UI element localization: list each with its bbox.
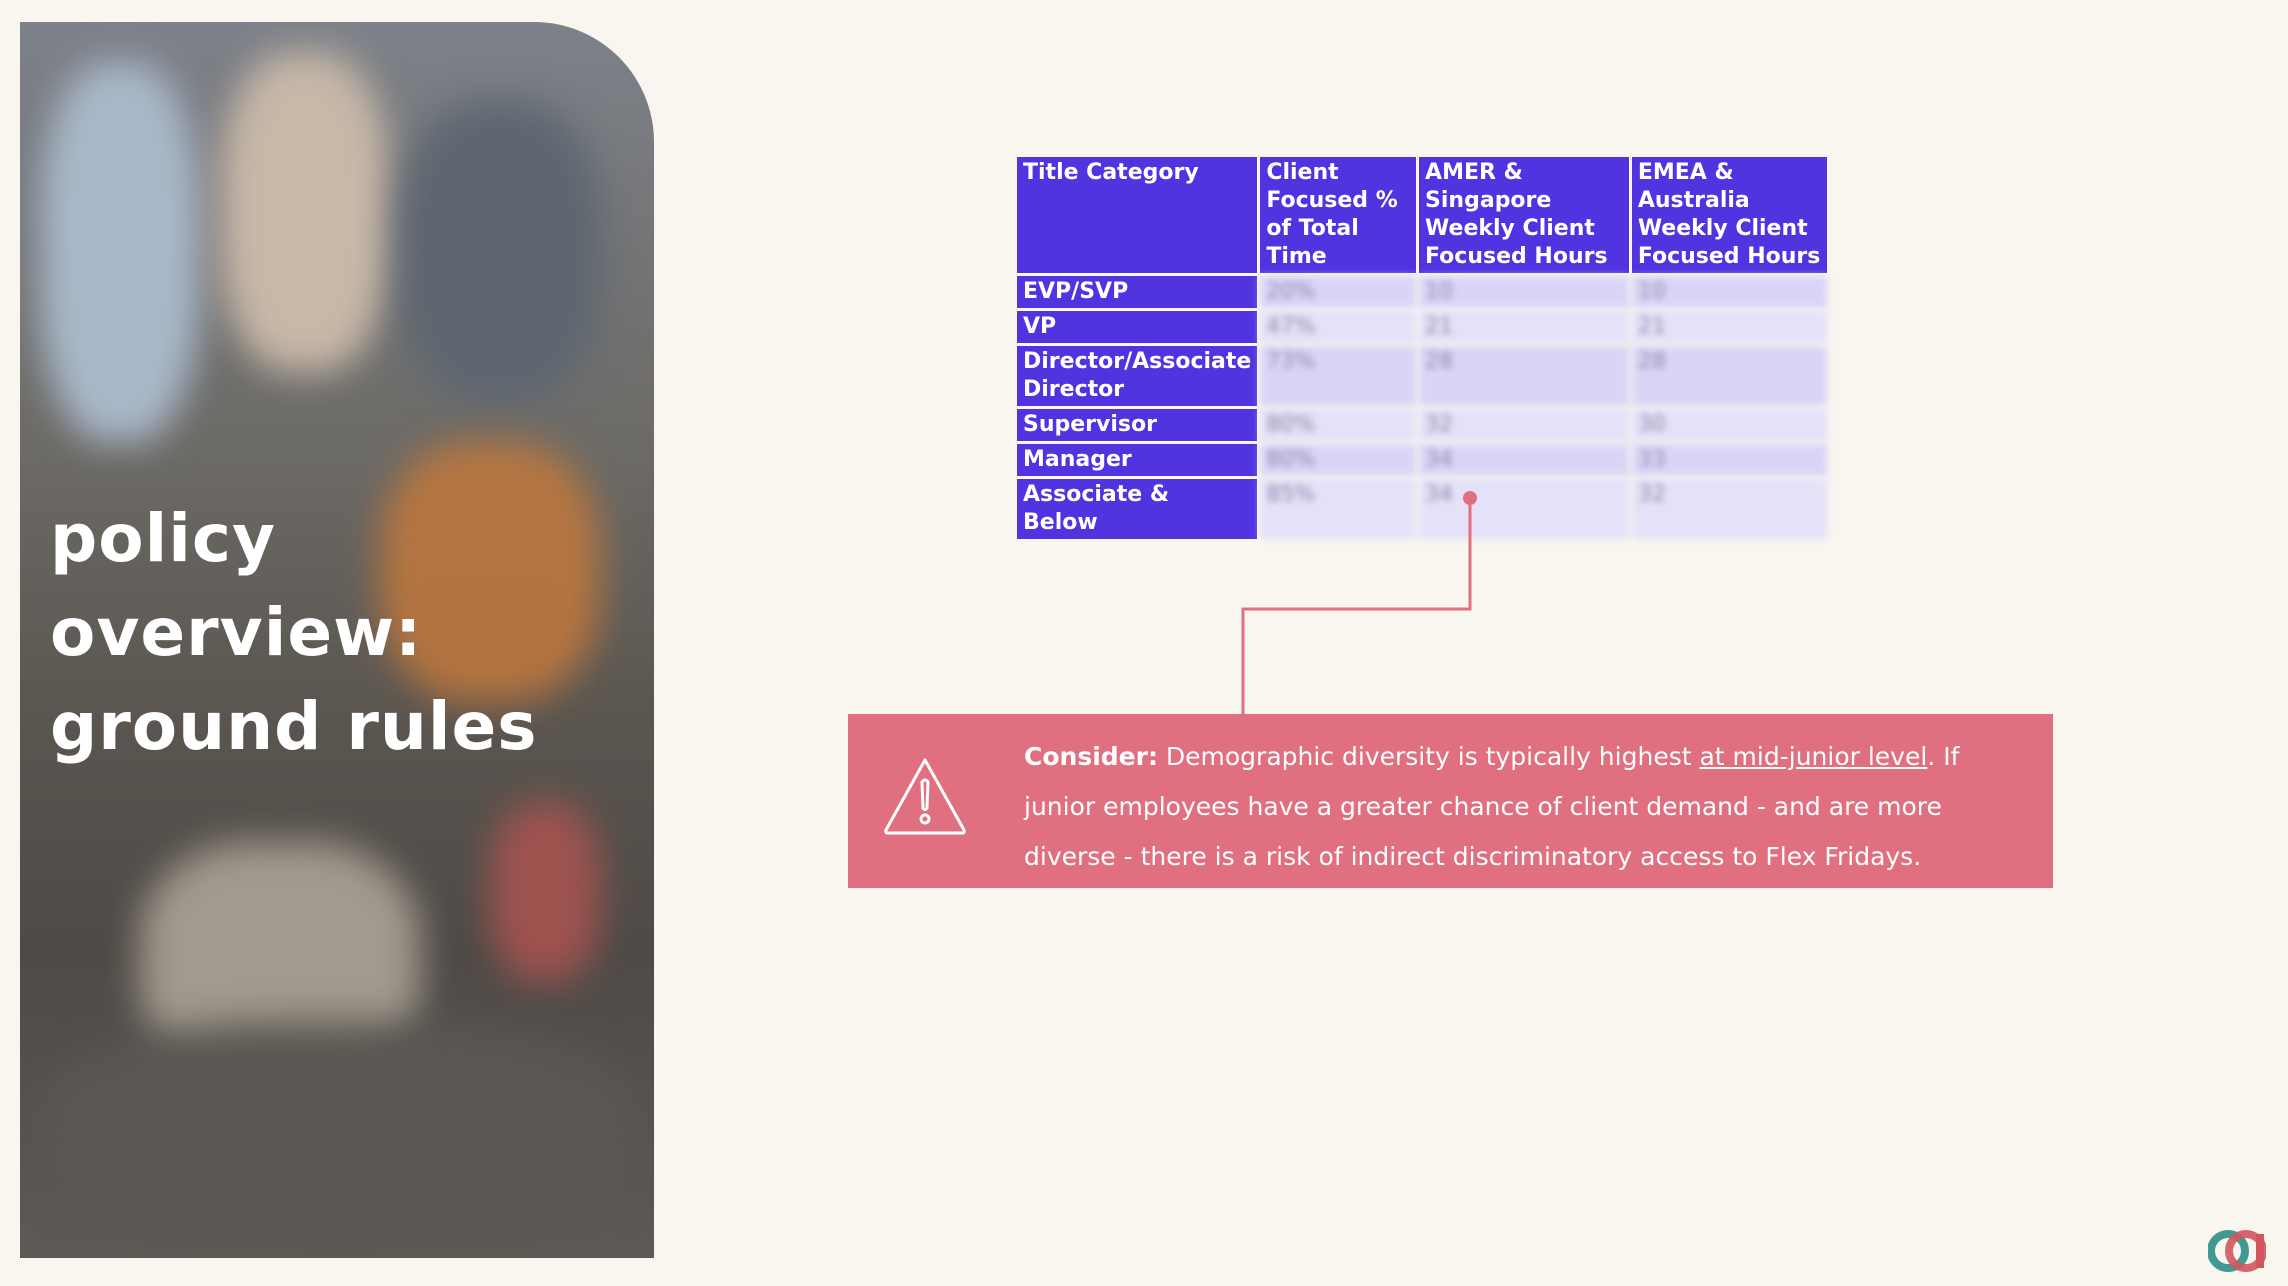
connector-path [1241, 498, 1472, 714]
callout-body: Demographic diversity is typically highe… [1157, 742, 1700, 771]
consider-callout: Consider: Demographic diversity is typic… [848, 714, 2053, 888]
callout-lead: Consider: [1024, 742, 1158, 771]
connector-line [1241, 491, 1477, 714]
warning-triangle-icon [884, 758, 966, 835]
callout-text: Consider: Demographic diversity is typic… [1024, 732, 2024, 882]
callout-link[interactable]: at mid-junior level [1699, 742, 1927, 771]
brand-logo-icon [2208, 1230, 2266, 1272]
